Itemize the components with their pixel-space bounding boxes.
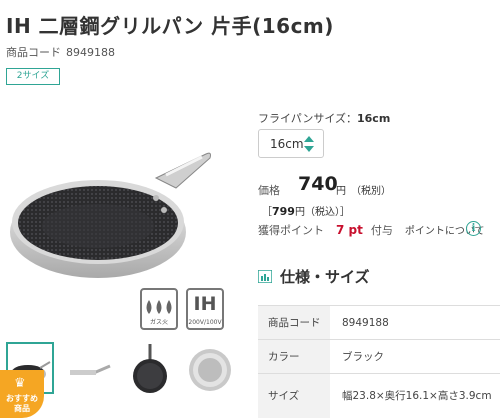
spec-heading-text: 仕様・サイズ xyxy=(280,268,370,286)
points-suffix: 付与 xyxy=(370,224,393,237)
size-option-caption: フライパンサイズ： xyxy=(258,112,357,125)
thumbnail-3[interactable] xyxy=(126,342,174,394)
size-option-label: フライパンサイズ：16cm xyxy=(258,110,390,126)
price-incl-value: 799 xyxy=(272,205,295,218)
recommend-label: おすすめ商品 xyxy=(6,394,38,413)
spec-key: サイズ xyxy=(258,373,330,418)
spec-row: カラー ブラック xyxy=(258,339,500,374)
size-select[interactable]: 16cm xyxy=(258,129,324,158)
points-label: 獲得ポイント xyxy=(258,224,324,237)
thumbnail-4[interactable] xyxy=(186,342,234,394)
gas-flame-icon: ガス火 xyxy=(140,288,178,330)
spec-table: 商品コード 8949188 カラー ブラック サイズ 幅23.8×奥行16.1×… xyxy=(258,305,500,418)
product-code-label: 商品コード xyxy=(6,46,61,59)
product-code-value: 8949188 xyxy=(66,46,115,59)
ih-icon: IH 200V/100V xyxy=(186,288,224,330)
price-value: 740 xyxy=(298,173,338,195)
price-incl-open: ［ xyxy=(262,207,272,218)
chart-icon xyxy=(258,270,272,283)
size-select-value: 16cm xyxy=(270,137,304,151)
price-yen: 円 xyxy=(336,186,346,197)
feature-icons: ガス火 IH 200V/100V xyxy=(140,288,224,330)
select-arrows-icon xyxy=(304,136,314,152)
points-row: 獲得ポイント 7 pt 付与 ポイントについて xyxy=(258,222,485,238)
spec-value: 幅23.8×奥行16.1×高さ3.9cm xyxy=(330,373,500,418)
spec-value: 8949188 xyxy=(330,305,500,340)
size-variants-badge[interactable]: 2サイズ xyxy=(6,68,60,85)
main-product-image[interactable] xyxy=(6,120,238,300)
price-incl-yen: 円 xyxy=(294,207,305,218)
spec-key: 商品コード xyxy=(258,305,330,340)
spec-row: サイズ 幅23.8×奥行16.1×高さ3.9cm xyxy=(258,373,500,418)
product-title: IH 二層鋼グリルパン 片手(16cm) xyxy=(6,14,334,38)
points-value: 7 pt xyxy=(336,223,363,237)
thumbnail-2[interactable] xyxy=(66,342,114,394)
spec-heading: 仕様・サイズ xyxy=(258,266,370,287)
product-code: 商品コード 8949188 xyxy=(6,44,115,60)
crown-icon: ♛ xyxy=(14,376,26,391)
price-incl-note: （税込） xyxy=(304,207,340,218)
spec-value: ブラック xyxy=(330,339,500,374)
spec-key: カラー xyxy=(258,339,330,374)
price-label: 価格 xyxy=(258,184,280,197)
info-icon[interactable]: i xyxy=(466,221,481,236)
price-tax-note: （税別） xyxy=(351,186,391,197)
price-incl-close: ］ xyxy=(339,207,350,218)
ih-voltage-label: 200V/100V xyxy=(188,319,222,326)
gas-flame-label: ガス火 xyxy=(149,319,168,326)
price-incl-tax: ［799円（税込）］ xyxy=(262,203,350,218)
size-option-value: 16cm xyxy=(357,112,391,125)
spec-row: 商品コード 8949188 xyxy=(258,305,500,340)
ih-icon-text: IH xyxy=(193,293,217,315)
